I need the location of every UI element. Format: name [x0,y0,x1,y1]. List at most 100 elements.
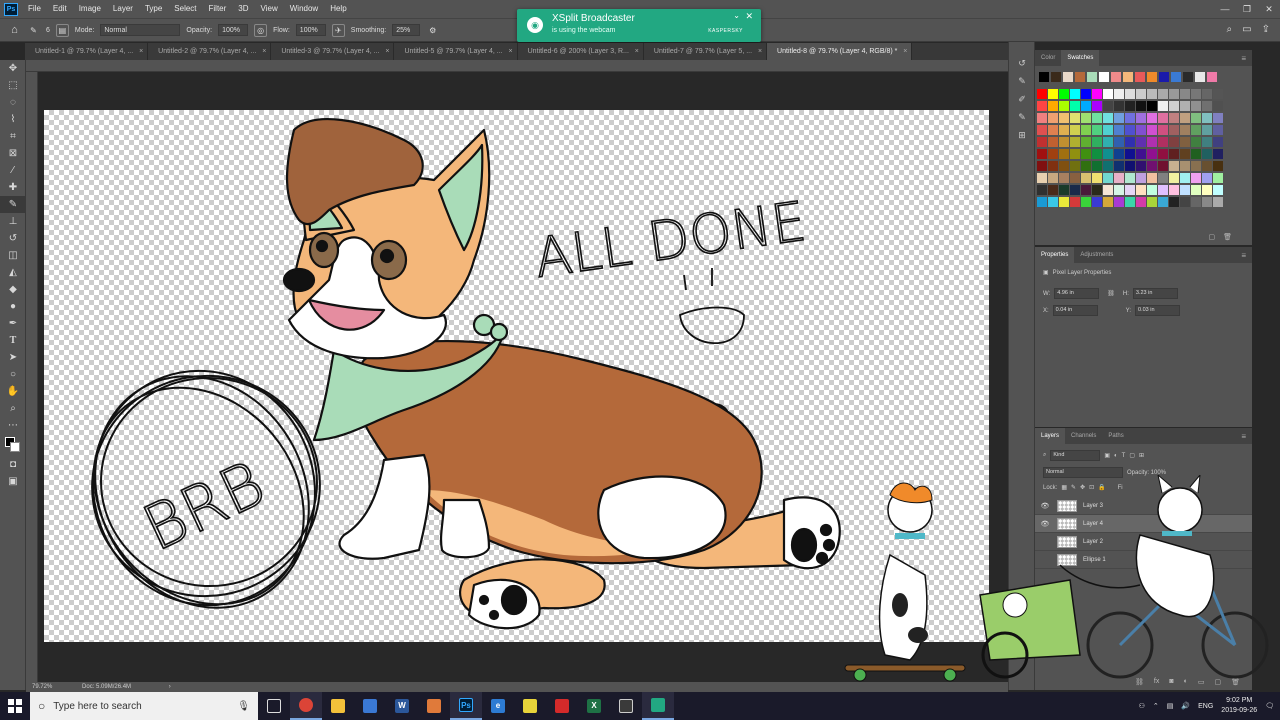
swatch[interactable] [1147,72,1157,82]
swatch[interactable] [1213,149,1223,159]
swatch[interactable] [1136,185,1146,195]
swatch[interactable] [1191,197,1201,207]
dodge-tool-icon[interactable]: ● [0,298,26,315]
swatch[interactable] [1136,125,1146,135]
move-tool-icon[interactable]: ✥ [0,60,26,77]
swatch[interactable] [1202,101,1212,111]
swatch[interactable] [1048,185,1058,195]
volume-icon[interactable]: 🔊 [1181,702,1190,710]
close-icon[interactable]: × [262,43,266,60]
menu-select[interactable]: Select [168,0,202,18]
menu-type[interactable]: Type [139,0,168,18]
swatch[interactable] [1103,185,1113,195]
flow-input[interactable]: 100% [295,24,326,36]
tab-adjustments[interactable]: Adjustments [1074,247,1119,263]
mode-select[interactable]: Normal [100,24,181,36]
menu-view[interactable]: View [255,0,284,18]
swatch[interactable] [1070,89,1080,99]
tab-swatches[interactable]: Swatches [1061,50,1100,66]
pen-tool-icon[interactable]: ✒ [0,315,26,332]
more-tools-icon[interactable]: ⋯ [0,417,26,434]
clone-source-icon[interactable]: ✎ [1009,108,1035,126]
taskbar-search-input[interactable]: ○ Type here to search 🎙 [30,692,258,720]
swatch[interactable] [1183,72,1193,82]
swatch[interactable] [1081,113,1091,123]
language-indicator[interactable]: ENG [1198,703,1213,710]
notification-icon[interactable]: 🗨 [1265,702,1274,710]
swatch[interactable] [1191,89,1201,99]
swatch[interactable] [1169,197,1179,207]
swatch[interactable] [1103,125,1113,135]
eraser-tool-icon[interactable]: ◫ [0,247,26,264]
height-field[interactable]: 3.23 in [1132,288,1178,299]
panel-menu-icon[interactable]: ≡ [1241,432,1246,441]
tab-untitled-8[interactable]: Untitled-8 @ 79.7% (Layer 4, RGB/8) * × [767,43,913,60]
link-icon[interactable]: ⛓ [1107,290,1115,297]
swatch[interactable] [1114,161,1124,171]
swatch[interactable] [1092,113,1102,123]
swatch[interactable] [1048,137,1058,147]
stamp-tool-icon[interactable]: ⊥ [0,213,26,230]
swatch[interactable] [1169,89,1179,99]
swatch[interactable] [1195,72,1205,82]
swatch[interactable] [1202,185,1212,195]
store-icon[interactable] [354,692,386,720]
acrobat-icon[interactable] [546,692,578,720]
swatch[interactable] [1169,149,1179,159]
swatch[interactable] [1114,185,1124,195]
swatch[interactable] [1202,149,1212,159]
people-icon[interactable]: ⚇ [1139,702,1145,710]
swatch[interactable] [1037,173,1047,183]
swatch[interactable] [1202,89,1212,99]
swatch[interactable] [1180,113,1190,123]
menu-layer[interactable]: Layer [107,0,139,18]
swatch[interactable] [1048,101,1058,111]
chrome-icon[interactable] [290,692,322,720]
swatch[interactable] [1114,197,1124,207]
swatch[interactable] [1136,197,1146,207]
swatch[interactable] [1048,161,1058,171]
swatch[interactable] [1136,101,1146,111]
eyedropper-tool-icon[interactable]: ⁄ [0,162,26,179]
smoothing-input[interactable]: 25% [392,24,421,36]
tab-untitled-7[interactable]: Untitled-7 @ 79.7% (Layer 5, ... × [643,43,768,60]
swatch[interactable] [1081,89,1091,99]
swatch[interactable] [1048,125,1058,135]
swatch[interactable] [1092,125,1102,135]
hand-tool-icon[interactable]: ✋ [0,383,26,400]
zoom-level[interactable]: 79.72% [32,684,52,690]
excel-icon[interactable]: X [578,692,610,720]
swatch[interactable] [1081,125,1091,135]
swatch[interactable] [1051,72,1061,82]
swatch[interactable] [1191,101,1201,111]
maximize-icon[interactable]: ❐ [1236,0,1258,18]
brush-preset-icon[interactable]: ✎ [27,24,40,37]
swatch[interactable] [1169,125,1179,135]
swatch[interactable] [1114,101,1124,111]
swatch[interactable] [1059,173,1069,183]
close-icon[interactable]: × [509,43,513,60]
swatch[interactable] [1213,185,1223,195]
swatch[interactable] [1202,125,1212,135]
menu-file[interactable]: File [22,0,47,18]
workspace-icon[interactable]: ▭ [1242,24,1251,35]
swatch[interactable] [1092,161,1102,171]
blur-tool-icon[interactable]: ◆ [0,281,26,298]
swatch[interactable] [1169,185,1179,195]
swatch[interactable] [1092,137,1102,147]
tray-arrow-icon[interactable]: ⌃ [1153,702,1159,710]
photos-icon[interactable] [610,692,642,720]
swatch[interactable] [1147,89,1157,99]
swatch[interactable] [1037,89,1047,99]
panel-menu-icon[interactable]: ≡ [1241,251,1246,260]
brush-settings-icon[interactable]: ✎ [1009,72,1035,90]
swatch[interactable] [1063,72,1073,82]
tab-untitled-2[interactable]: Untitled-2 @ 79.7% (Layer 4, ... × [148,43,272,60]
swatch[interactable] [1114,125,1124,135]
swatch[interactable] [1081,173,1091,183]
swatch[interactable] [1114,113,1124,123]
swatch[interactable] [1202,197,1212,207]
swatch[interactable] [1048,89,1058,99]
close-icon[interactable]: × [903,43,907,60]
swatch[interactable] [1048,149,1058,159]
